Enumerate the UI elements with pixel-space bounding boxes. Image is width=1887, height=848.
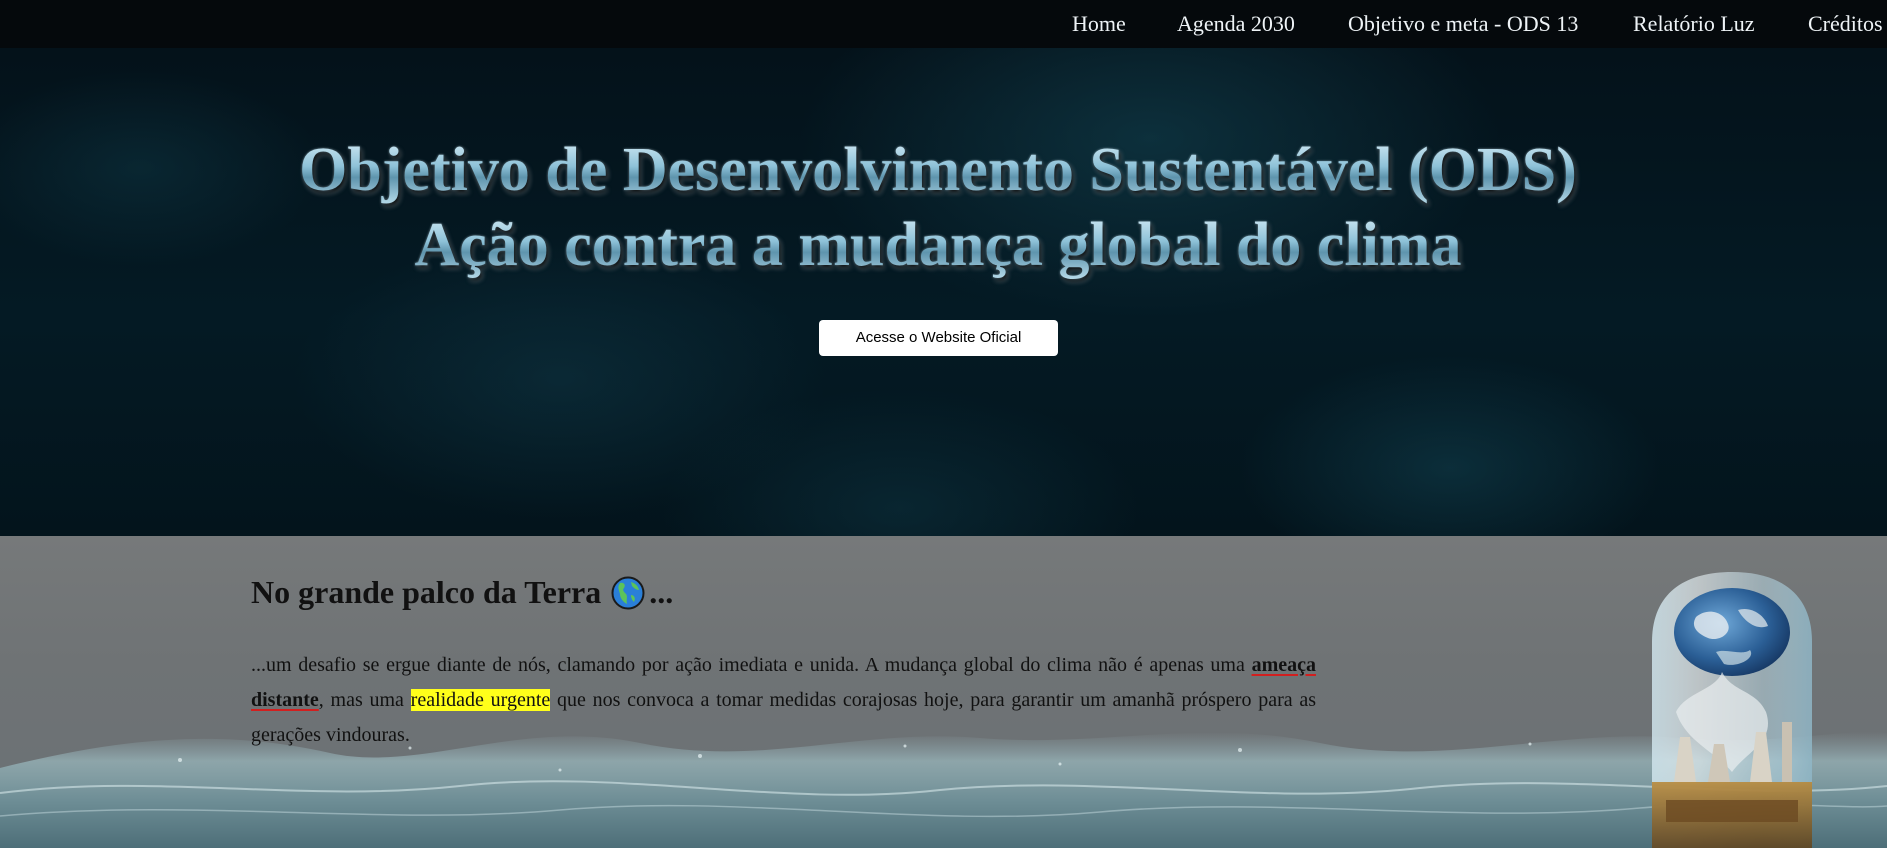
hero-title-line1: Objetivo de Desenvolvimento Sustentável … [0, 133, 1876, 207]
paragraph-part2: , mas uma [318, 689, 411, 711]
hero-title-line2: Ação contra a mudança global do clima [0, 208, 1876, 282]
intro-paragraph: ...um desafio se ergue diante de nós, cl… [251, 648, 1316, 753]
section-heading: No grande palco da Terra ... [251, 574, 673, 611]
globe-americas-icon [611, 576, 645, 609]
nav-link-relatorio-luz[interactable]: Relatório Luz [1633, 0, 1755, 48]
hero-banner: Objetivo de Desenvolvimento Sustentável … [0, 48, 1887, 536]
nav-link-objetivo-meta[interactable]: Objetivo e meta - ODS 13 [1348, 0, 1578, 48]
highlight-realidade-urgente: realidade urgente [410, 689, 551, 711]
section-heading-text: No grande palco da Terra [251, 574, 602, 610]
top-navbar: Home Agenda 2030 Objetivo e meta - ODS 1… [0, 0, 1887, 48]
nav-link-agenda-2030[interactable]: Agenda 2030 [1177, 0, 1295, 48]
section-heading-ellipsis: ... [649, 574, 674, 610]
intro-section: No grande palco da Terra ... ...um desaf… [0, 536, 1887, 848]
nav-link-creditos[interactable]: Créditos [1808, 0, 1883, 48]
official-website-button[interactable]: Acesse o Website Oficial [819, 320, 1058, 356]
paragraph-part1: ...um desafio se ergue diante de nós, cl… [251, 654, 1252, 676]
nav-link-home[interactable]: Home [1072, 0, 1126, 48]
earth-in-jar-illustration [1652, 572, 1812, 848]
